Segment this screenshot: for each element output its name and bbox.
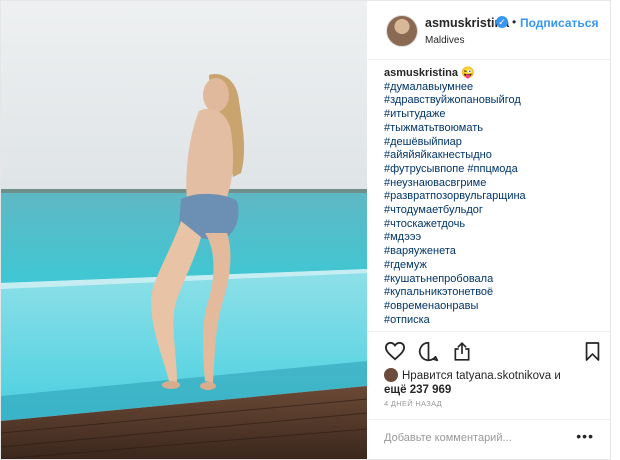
heart-icon[interactable]	[384, 341, 406, 361]
caption-author-line: asmuskristina 😜	[384, 67, 604, 81]
post-card: asmuskristina ✓ • Подписаться Maldives a…	[0, 0, 611, 460]
hashtag-link[interactable]: #гдемуж	[384, 259, 604, 273]
caption-emoji: 😜	[461, 67, 475, 79]
likes-prefix: Нравится tatyana.skotnikova и	[402, 370, 561, 382]
hashtag-link[interactable]: #кушатьнепробовала	[384, 273, 604, 287]
comment-box: Добавьте комментарий... •••	[368, 419, 610, 460]
post-sidebar: asmuskristina ✓ • Подписаться Maldives a…	[368, 1, 610, 459]
hashtag-link[interactable]: #чтоскажетдочь	[384, 218, 604, 232]
hashtag-link[interactable]: #думалавыумнее	[384, 81, 604, 95]
hashtag-link[interactable]: #итытудаже	[384, 108, 604, 122]
hashtag-link[interactable]: #здравствуйжопановыйгод	[384, 94, 604, 108]
caption-author[interactable]: asmuskristina	[384, 67, 458, 79]
separator-dot: •	[512, 15, 517, 29]
post-actions	[368, 331, 610, 368]
post-header: asmuskristina ✓ • Подписаться Maldives	[368, 1, 610, 60]
hashtag-link[interactable]: #футрусывпопе #ппцмода	[384, 163, 604, 177]
post-photo[interactable]	[1, 1, 367, 459]
hashtag-link[interactable]: #чтодумаетбульдог	[384, 204, 604, 218]
likes-count[interactable]: ещё 237 969	[384, 384, 451, 396]
hashtag-link[interactable]: #дешёвыйпиар	[384, 136, 604, 150]
hashtag-link[interactable]: #отписка	[384, 314, 604, 328]
hashtag-link[interactable]: #овременаонравы	[384, 300, 604, 314]
hashtag-link[interactable]: #варяуженета	[384, 245, 604, 259]
post-caption: asmuskristina 😜 #думалавыумнее #здравств…	[384, 67, 604, 327]
post-timestamp[interactable]: 4 ДНЕЙ НАЗАД	[384, 399, 442, 408]
more-options-icon[interactable]: •••	[576, 428, 594, 444]
verified-icon: ✓	[496, 16, 508, 28]
hashtag-link[interactable]: #неузнаювасвгриме	[384, 177, 604, 191]
hashtag-link[interactable]: #мдэээ	[384, 231, 604, 245]
comment-icon[interactable]	[418, 341, 439, 362]
hashtag-link[interactable]: #развратпозорвульгарщина	[384, 190, 604, 204]
photo-illustration	[1, 1, 367, 459]
avatar[interactable]	[386, 15, 418, 47]
liker-avatar	[384, 368, 398, 382]
hashtag-link[interactable]: #айяйяйкакнестыдно	[384, 149, 604, 163]
likes-summary[interactable]: Нравится tatyana.skotnikova и ещё 237 96…	[384, 368, 604, 397]
location-link[interactable]: Maldives	[425, 35, 464, 46]
hashtag-link[interactable]: #тыжматьтвоюмать	[384, 122, 604, 136]
follow-button[interactable]: Подписаться	[520, 16, 598, 30]
comment-input[interactable]: Добавьте комментарий...	[384, 432, 512, 444]
bookmark-icon[interactable]	[584, 341, 601, 362]
share-icon[interactable]	[452, 341, 472, 362]
hashtag-link[interactable]: #купальникэтонетвоё	[384, 286, 604, 300]
